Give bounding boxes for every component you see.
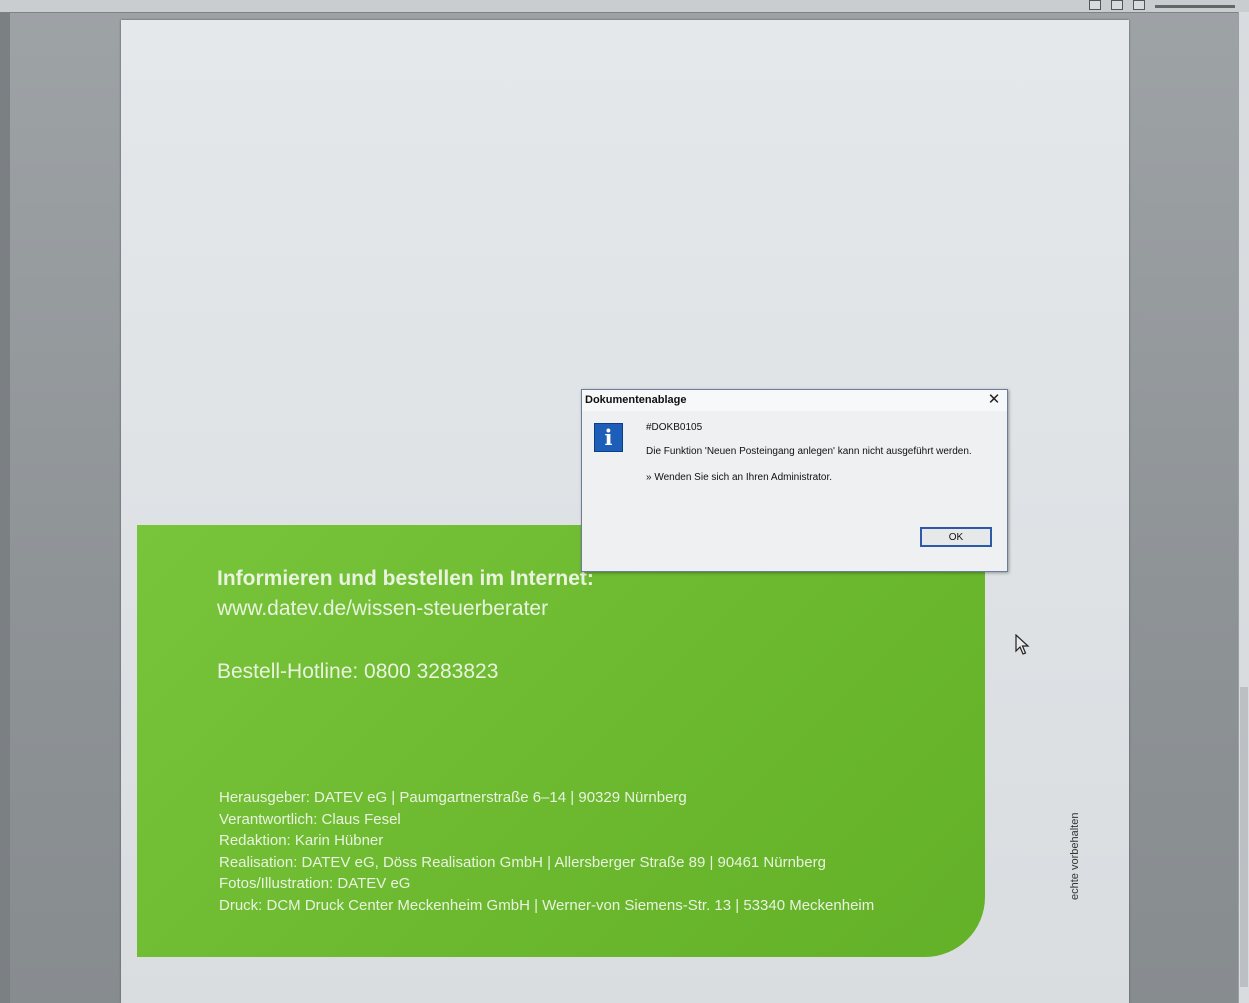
dialog-title: Dokumentenablage — [585, 394, 687, 406]
info-heading: Informieren und bestellen im Internet: — [217, 567, 594, 590]
scrollbar-thumb[interactable] — [1240, 687, 1248, 987]
admin-hint: » Wenden Sie sich an Ihren Administrator… — [646, 472, 833, 483]
ok-button[interactable]: OK — [920, 527, 992, 547]
imprint-line: Verantwortlich: Claus Fesel — [219, 810, 401, 828]
dialog-titlebar[interactable]: Dokumentenablage ✕ — [582, 390, 1007, 411]
error-message: Die Funktion 'Neuen Posteingang anlegen'… — [646, 446, 972, 457]
imprint-line: Realisation: DATEV eG, Döss Realisation … — [219, 853, 826, 871]
zoom-slider[interactable] — [1155, 4, 1235, 8]
close-icon[interactable]: ✕ — [985, 391, 1003, 409]
tool-icon[interactable] — [1089, 0, 1101, 10]
rights-note: echte vorbehalten — [1069, 812, 1081, 900]
imprint-line: Herausgeber: DATEV eG | Paumgartnerstraß… — [219, 789, 687, 806]
vertical-scrollbar[interactable] — [1238, 12, 1249, 1003]
tool-icon[interactable] — [1133, 0, 1145, 10]
left-pane-edge — [0, 12, 10, 1003]
error-code: #DOKB0105 — [646, 422, 703, 433]
imprint-line: Fotos/Illustration: DATEV eG — [219, 875, 411, 892]
tool-icon[interactable] — [1111, 0, 1123, 10]
info-url: www.datev.de/wissen-steuerberater — [217, 597, 549, 620]
message-dialog: Dokumentenablage ✕ i #DOKB0105 Die Funkt… — [581, 389, 1008, 572]
imprint-block: Herausgeber: DATEV eG | Paumgartnerstraß… — [219, 787, 874, 916]
order-hotline: Bestell-Hotline: 0800 3283823 — [217, 660, 499, 683]
viewer-toolbar — [0, 0, 1249, 13]
info-icon: i — [594, 423, 623, 452]
green-info-panel: Informieren und bestellen im Internet: w… — [137, 525, 985, 957]
mouse-pointer-icon — [1015, 634, 1030, 655]
screen: Informieren und bestellen im Internet: w… — [0, 0, 1249, 1003]
imprint-line: Redaktion: Karin Hübner — [219, 832, 384, 849]
imprint-line: Druck: DCM Druck Center Meckenheim GmbH … — [219, 896, 875, 914]
toolbar-tools — [1089, 0, 1235, 10]
